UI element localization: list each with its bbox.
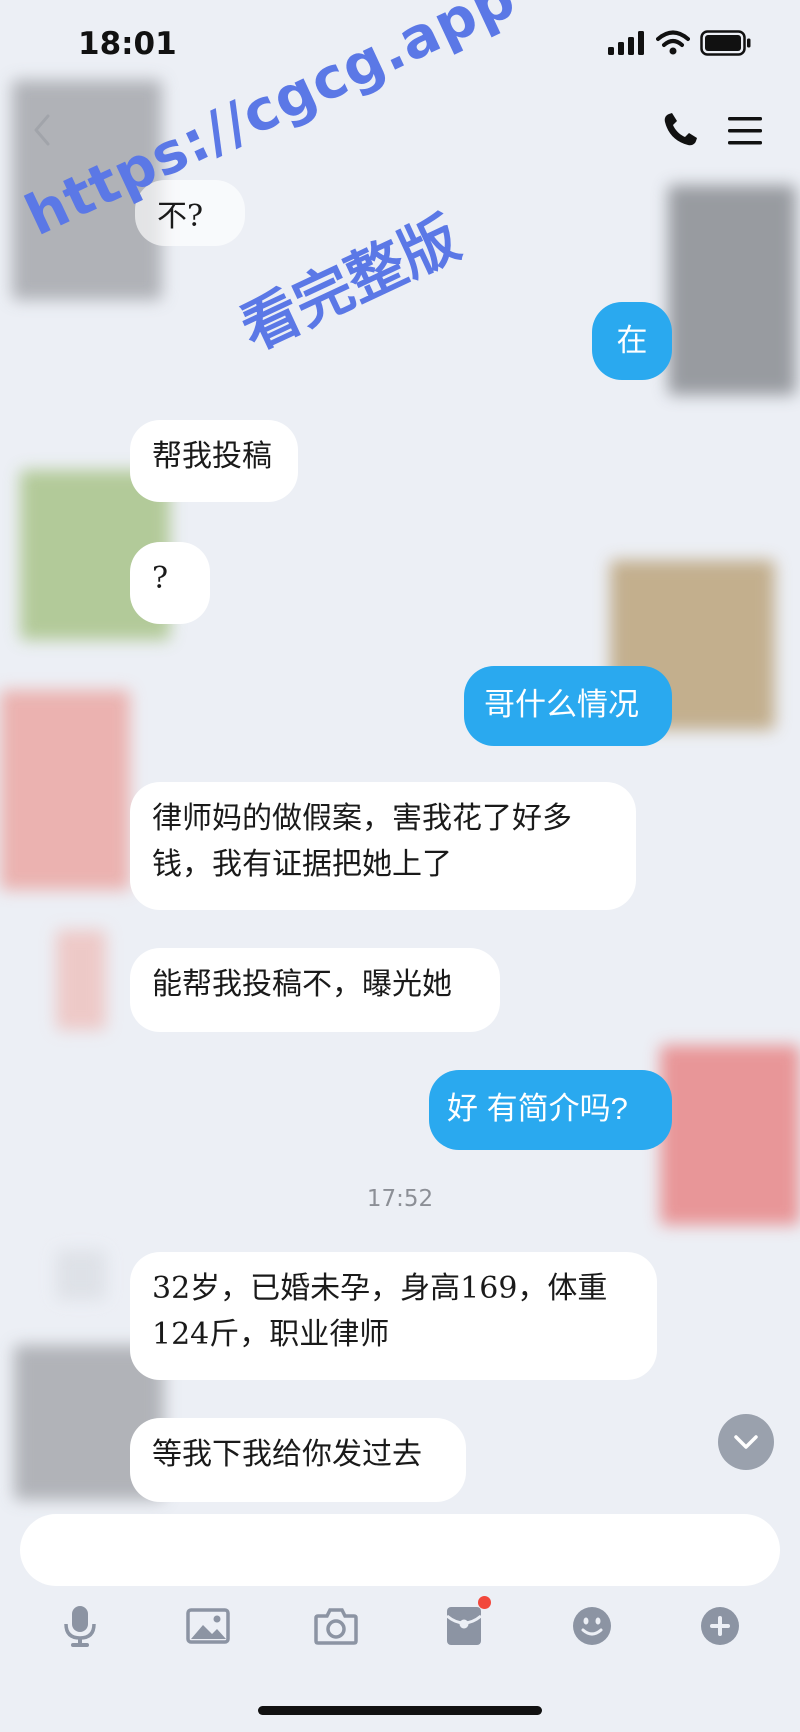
message-incoming: 32岁，已婚未孕，身高169，体重124斤，职业律师 bbox=[130, 1252, 657, 1380]
camera-icon bbox=[314, 1608, 358, 1645]
camera-button[interactable] bbox=[306, 1596, 366, 1656]
message-incoming: 律师妈的做假案，害我花了好多钱，我有证据把她上了 bbox=[130, 782, 636, 910]
message-outgoing: 哥什么情况 bbox=[464, 666, 672, 746]
message-timestamp: 17:52 bbox=[366, 1186, 434, 1212]
phone-icon bbox=[664, 113, 697, 146]
status-time: 18:01 bbox=[78, 26, 177, 62]
red-packet-button[interactable] bbox=[434, 1596, 494, 1656]
emoji-button[interactable] bbox=[562, 1596, 622, 1656]
contact-avatar bbox=[12, 80, 162, 300]
red-packet-icon bbox=[446, 1607, 482, 1645]
plus-icon bbox=[701, 1607, 739, 1645]
gallery-button[interactable] bbox=[178, 1596, 238, 1656]
status-icons bbox=[608, 30, 752, 56]
chevron-down-icon bbox=[734, 1435, 758, 1449]
menu-icon bbox=[728, 117, 762, 145]
message-incoming: 帮我投稿 bbox=[130, 420, 298, 502]
voice-button[interactable] bbox=[50, 1596, 110, 1656]
contact-avatar bbox=[0, 690, 130, 890]
menu-button[interactable] bbox=[726, 114, 764, 148]
message-outgoing: 在 bbox=[592, 302, 672, 380]
image-icon bbox=[186, 1608, 230, 1644]
emoji-icon bbox=[573, 1607, 611, 1645]
message-incoming: 能帮我投稿不，曝光她 bbox=[130, 948, 500, 1032]
home-indicator[interactable] bbox=[258, 1706, 542, 1715]
more-button[interactable] bbox=[690, 1596, 750, 1656]
contact-avatar bbox=[56, 1250, 106, 1300]
wifi-icon bbox=[656, 30, 690, 55]
message-incoming: 等我下我给你发过去 bbox=[130, 1418, 466, 1502]
notification-dot bbox=[478, 1596, 491, 1609]
call-button[interactable] bbox=[660, 110, 700, 150]
message-incoming: ? bbox=[130, 542, 210, 624]
watermark-slogan: 看完整版 bbox=[230, 203, 470, 364]
user-avatar bbox=[668, 185, 796, 395]
microphone-icon bbox=[64, 1606, 96, 1647]
input-toolbar bbox=[0, 1596, 800, 1656]
message-outgoing: 好 有简介吗? bbox=[429, 1070, 672, 1150]
message-incoming: 不? bbox=[135, 180, 245, 246]
signal-icon bbox=[608, 31, 644, 55]
scroll-to-bottom-button[interactable] bbox=[718, 1414, 774, 1470]
contact-avatar bbox=[56, 930, 106, 1030]
message-input[interactable] bbox=[20, 1514, 780, 1586]
battery-icon bbox=[700, 30, 751, 56]
